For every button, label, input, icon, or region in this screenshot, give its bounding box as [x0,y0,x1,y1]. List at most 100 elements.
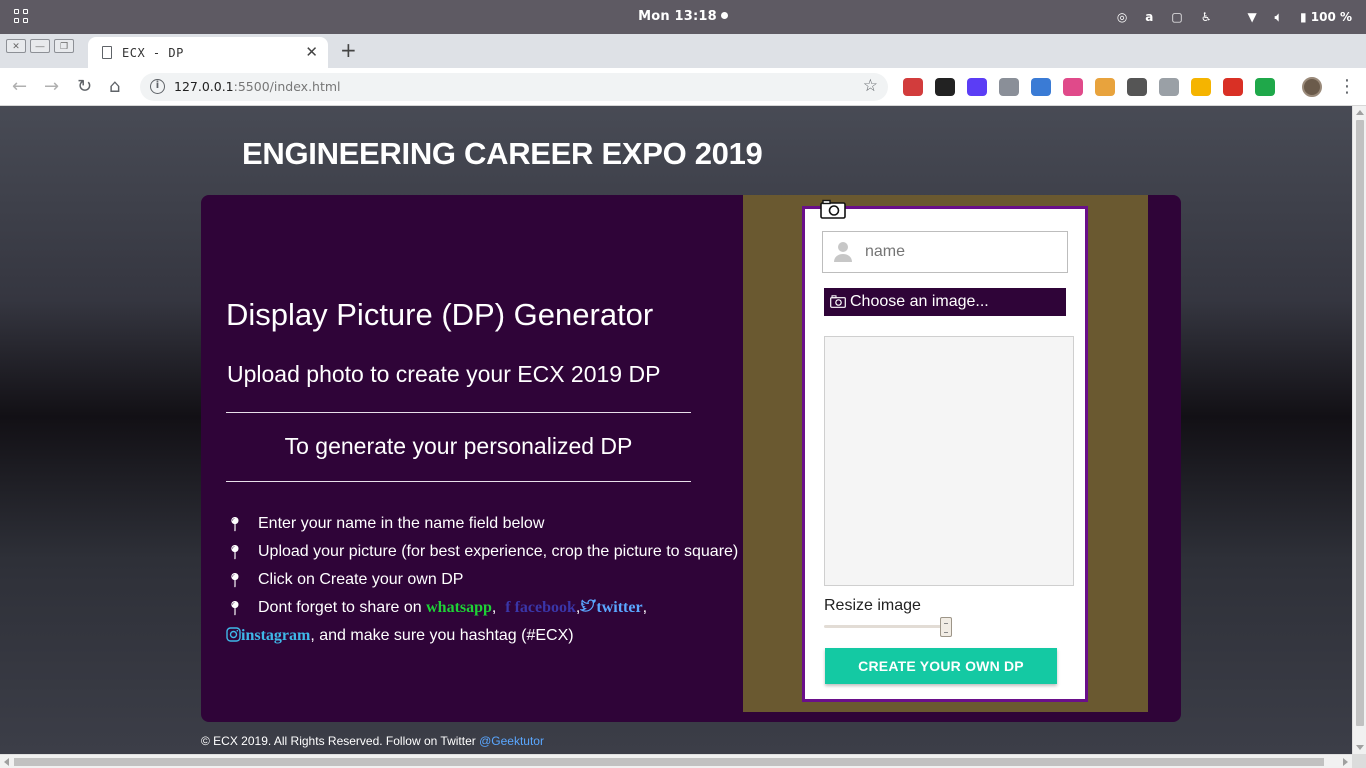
resize-label: Resize image [824,597,921,614]
site-info-icon[interactable]: i [150,79,165,94]
url-text[interactable]: 127.0.0.1:5500/index.html [174,79,341,94]
page-viewport: ENGINEERING CAREER EXPO 2019 Display Pic… [0,106,1352,754]
minimize-window-icon[interactable]: — [30,39,50,53]
extension-icon[interactable] [1127,78,1147,96]
clock-text: Mon 13:18 [638,9,717,24]
home-icon[interactable]: ⌂ [109,76,120,97]
window-controls: ✕ — ❐ [6,39,74,53]
instagram-link[interactable]: instagram [226,627,310,644]
list-item: 📍︎ Enter your name in the name field bel… [226,510,746,538]
scroll-down-icon[interactable] [1356,745,1364,750]
dp-form-card: Choose an image... Resize image CREATE Y… [802,199,1088,702]
extension-icon[interactable] [967,78,987,96]
whatsapp-link[interactable]: whatsapp [426,599,492,616]
horizontal-scroll-thumb[interactable] [14,758,1324,766]
close-window-icon[interactable]: ✕ [6,39,26,53]
bookmark-star-icon[interactable]: ☆ [863,76,878,96]
extension-icon[interactable] [1095,78,1115,96]
system-tray[interactable]: ◎ a ▢ ♿ ▼ 🔈︎ ▮ 100 % [1117,8,1352,26]
url-path: :5500/index.html [233,79,341,94]
browser-tab-active[interactable]: ECX - DP ✕ [88,37,328,68]
accessibility-icon[interactable]: ♿ [1201,10,1212,24]
back-icon[interactable]: ← [12,76,27,97]
divider [226,481,691,482]
system-top-bar: Mon 13:18 ◎ a ▢ ♿ ▼ 🔈︎ ▮ 100 % [0,0,1366,34]
extension-icon[interactable] [1223,78,1243,96]
facebook-link[interactable]: f facebook [505,599,576,616]
scroll-up-icon[interactable] [1356,110,1364,115]
wifi-icon[interactable]: ▼ [1248,10,1257,24]
new-tab-icon[interactable]: + [340,38,357,62]
generator-heading: Display Picture (DP) Generator [226,297,654,332]
list-item-share-cont: instagram, and make sure you hashtag (#E… [226,622,746,650]
extension-icon[interactable] [1063,78,1083,96]
camera-icon [830,295,846,308]
extension-icon[interactable] [1255,78,1275,96]
twitter-link[interactable]: twitter [579,598,643,616]
resize-slider-thumb[interactable] [939,617,952,637]
record-icon[interactable]: ◎ [1117,10,1127,24]
extensions-area [903,78,1275,96]
maximize-window-icon[interactable]: ❐ [54,39,74,53]
name-field[interactable] [822,231,1068,273]
step-text: Upload your picture (for best experience… [258,543,739,560]
facebook-text: facebook [514,599,576,616]
reload-icon[interactable]: ↻ [77,76,92,97]
extension-icon[interactable] [1031,78,1051,96]
address-bar[interactable]: i 127.0.0.1:5500/index.html ☆ [140,73,888,101]
vertical-scroll-thumb[interactable] [1356,120,1364,726]
instagram-text: instagram [241,627,311,644]
a-icon[interactable]: a [1145,10,1153,24]
step-text: Enter your name in the name field below [258,515,545,532]
battery-text: 100 % [1310,10,1352,24]
profile-avatar[interactable] [1302,77,1322,97]
battery-status[interactable]: ▮ 100 % [1300,10,1352,24]
scrollbar-corner [1352,754,1366,768]
resize-slider-track[interactable] [824,625,952,628]
document-icon [102,46,112,59]
choose-image-label: Choose an image... [850,293,989,310]
pin-icon: 📍︎ [226,516,244,532]
list-item-share: 📍︎ Dont forget to share on whatsapp, f f… [226,594,746,622]
pin-icon: 📍︎ [226,600,244,616]
instruction-list: 📍︎ Enter your name in the name field bel… [226,510,746,650]
volume-icon[interactable]: 🔈︎ [1275,10,1282,25]
url-host: 127.0.0.1 [174,79,234,94]
scroll-right-icon[interactable] [1343,758,1348,766]
tab-title: ECX - DP [122,46,184,60]
extension-icon[interactable] [1191,78,1211,96]
extension-icon[interactable] [999,78,1019,96]
create-dp-button[interactable]: CREATE YOUR OWN DP [825,648,1057,684]
instagram-icon [226,627,241,642]
browser-toolbar: ← → ↻ ⌂ i 127.0.0.1:5500/index.html ☆ ⋮ [0,68,1366,106]
scroll-left-icon[interactable] [4,758,9,766]
notification-dot [720,12,728,19]
share-suffix: , and make sure you hashtag (#ECX) [310,627,574,644]
pin-icon: 📍︎ [226,544,244,560]
forward-icon[interactable]: → [44,76,59,97]
clipboard-icon[interactable]: ▢ [1171,10,1182,24]
divider [226,412,691,413]
extension-icon[interactable] [1159,78,1179,96]
page-footer: © ECX 2019. All Rights Reserved. Follow … [201,734,544,748]
vertical-scrollbar[interactable] [1352,106,1366,754]
facebook-icon: f [505,599,511,616]
name-input[interactable] [863,232,1063,272]
browser-menu-icon[interactable]: ⋮ [1338,76,1356,97]
footer-twitter-link[interactable]: @Geektutor [479,734,544,748]
generator-panel: Display Picture (DP) Generator Upload ph… [201,195,1181,722]
extension-icon[interactable] [935,78,955,96]
horizontal-scrollbar[interactable] [0,754,1352,768]
user-icon [834,242,852,262]
generator-subheading: Upload photo to create your ECX 2019 DP [227,361,661,387]
footer-text: © ECX 2019. All Rights Reserved. Follow … [201,734,480,748]
battery-icon: ▮ [1299,10,1307,24]
step-text: Click on Create your own DP [258,571,464,588]
share-prefix: Dont forget to share on [258,599,427,616]
choose-image-button[interactable]: Choose an image... [824,288,1066,316]
twitter-text: twitter [596,599,643,616]
close-tab-icon[interactable]: ✕ [305,43,318,61]
extension-icon[interactable] [903,78,923,96]
info-column: Display Picture (DP) Generator Upload ph… [201,195,743,722]
pin-icon: 📍︎ [226,572,244,588]
